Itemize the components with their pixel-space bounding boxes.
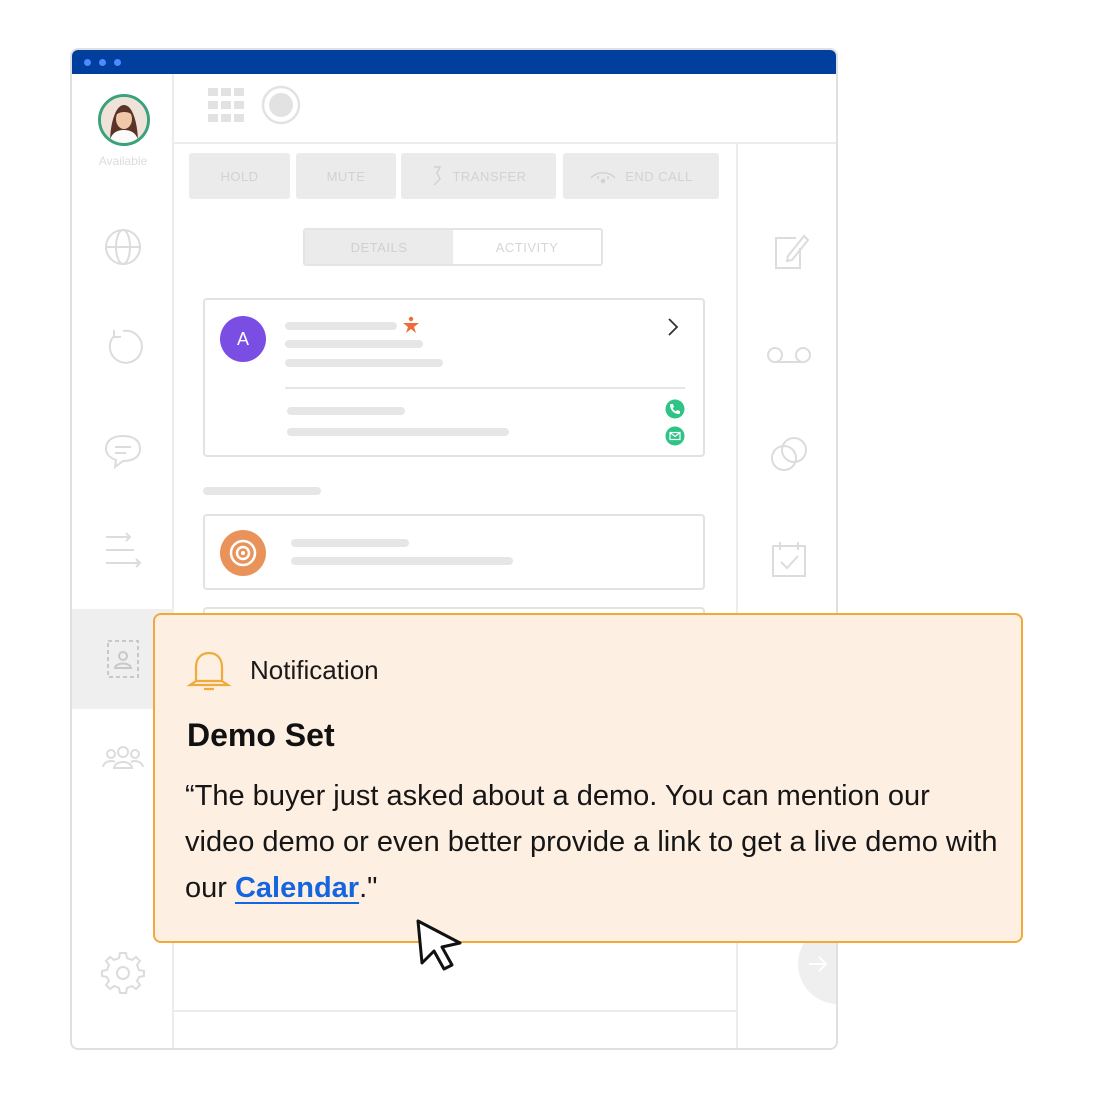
notification-header: Notification (250, 655, 379, 685)
hold-label: HOLD (220, 168, 259, 184)
details-activity-tabs: DETAILS ACTIVITY (303, 228, 603, 266)
window-dot[interactable] (99, 59, 106, 66)
contact-card-icon[interactable] (100, 636, 146, 682)
transfer-button[interactable]: TRANSFER (401, 153, 556, 199)
placeholder-line (285, 340, 423, 348)
card-divider (285, 387, 685, 389)
mouse-cursor-icon (416, 919, 462, 971)
transfer-arrows-icon[interactable] (100, 527, 146, 573)
email-icon[interactable] (665, 426, 685, 446)
refresh-icon[interactable] (100, 324, 146, 370)
status-label: Available (98, 154, 148, 168)
mute-label: MUTE (326, 168, 366, 184)
end-call-label: END CALL (625, 168, 693, 184)
mute-button[interactable]: MUTE (296, 153, 396, 199)
goal-card[interactable] (203, 514, 705, 590)
record-icon[interactable] (260, 84, 302, 126)
placeholder-line (287, 407, 405, 415)
integrations-icon[interactable] (768, 434, 810, 476)
star-person-icon (403, 316, 419, 333)
bell-icon (186, 651, 232, 691)
hangup-icon (590, 172, 616, 184)
placeholder-line (285, 322, 397, 330)
placeholder-line (287, 428, 509, 436)
window-dot[interactable] (114, 59, 121, 66)
title-bar (72, 50, 836, 74)
phone-icon[interactable] (665, 399, 685, 419)
team-icon[interactable] (100, 734, 146, 780)
end-call-button[interactable]: END CALL (563, 153, 719, 199)
edit-note-icon[interactable] (768, 230, 810, 272)
placeholder-line (291, 557, 513, 565)
footer-divider (174, 1010, 736, 1012)
contact-card[interactable]: A (203, 298, 705, 457)
section-placeholder-line (203, 487, 321, 495)
contact-avatar: A (220, 316, 266, 362)
voicemail-icon[interactable] (764, 340, 814, 370)
avatar[interactable] (98, 94, 150, 146)
notification-popup: Notification Demo Set “The buyer just as… (153, 613, 1023, 943)
arrow-right-icon (809, 956, 828, 972)
placeholder-line (285, 359, 443, 367)
window-dot[interactable] (84, 59, 91, 66)
transfer-icon (433, 166, 442, 186)
tab-activity[interactable]: ACTIVITY (453, 230, 601, 264)
notification-body: “The buyer just asked about a demo. You … (185, 773, 1005, 911)
tab-details[interactable]: DETAILS (305, 230, 453, 264)
chat-icon[interactable] (100, 427, 146, 473)
gear-icon[interactable] (100, 950, 146, 996)
target-icon (220, 530, 266, 576)
globe-icon[interactable] (100, 224, 146, 270)
placeholder-line (291, 539, 409, 547)
notification-title: Demo Set (187, 717, 335, 753)
transfer-label: TRANSFER (452, 168, 527, 184)
dialpad-icon[interactable] (206, 86, 246, 126)
calendar-link[interactable]: Calendar (235, 872, 359, 904)
top-bar (174, 74, 836, 144)
chevron-right-icon[interactable] (665, 316, 681, 338)
notification-body-end: ." (359, 872, 378, 904)
hold-button[interactable]: HOLD (189, 153, 290, 199)
task-checklist-icon[interactable] (768, 538, 810, 580)
